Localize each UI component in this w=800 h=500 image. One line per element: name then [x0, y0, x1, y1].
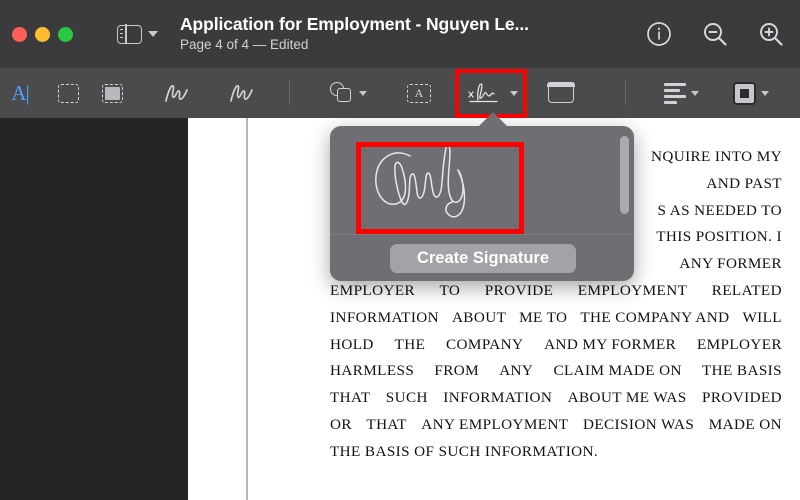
chevron-down-icon[interactable]	[690, 90, 699, 96]
signature-icon	[467, 83, 498, 103]
note-tool[interactable]	[540, 68, 582, 118]
document-line: THE BASIS OF SUCH INFORMATION.	[330, 443, 782, 470]
thumbnail-sidebar[interactable]	[0, 118, 188, 500]
text-selection-tool[interactable]: A|	[0, 68, 40, 118]
line-text: THAT	[330, 389, 371, 407]
line-text: S AS NEEDED TO	[657, 201, 782, 219]
popover-separator	[330, 234, 634, 235]
document-line: THAT SUCH INFORMATION ABOUT ME WAS PROVI…	[330, 389, 782, 416]
chevron-down-icon[interactable]	[358, 90, 367, 96]
squiggle-icon	[230, 85, 253, 102]
line-text: MADE ON	[708, 415, 782, 433]
line-text: FROM	[434, 362, 480, 380]
signature-popover[interactable]: Create Signature	[330, 126, 634, 281]
line-text: NQUIRE INTO MY	[650, 148, 782, 165]
saved-signature-list	[330, 126, 634, 234]
chevron-down-icon[interactable]	[509, 90, 518, 96]
text-cursor-icon: A|	[11, 80, 29, 105]
close-window-button[interactable]	[12, 26, 27, 42]
text-style-tool[interactable]	[652, 68, 710, 118]
document-line: INFORMATION ABOUT ME TO THE COMPANY AND …	[330, 309, 782, 336]
header-actions	[646, 0, 784, 68]
title-bar: Application for Employment - Nguyen Le..…	[0, 0, 800, 68]
line-text: OR	[330, 415, 352, 433]
line-text: HOLD	[330, 335, 374, 353]
document-title-block: Application for Employment - Nguyen Le..…	[180, 13, 529, 53]
sign-tool[interactable]	[458, 68, 524, 118]
shapes-tool[interactable]	[318, 68, 378, 118]
popover-scrollbar-thumb[interactable]	[620, 136, 629, 214]
line-text: PROVIDED	[702, 389, 782, 407]
filled-dashed-rectangle-icon	[101, 83, 123, 103]
document-line: HARMLESS FROM ANY CLAIM MADE ON THE BASI…	[330, 362, 782, 389]
window-controls	[12, 26, 73, 42]
dashed-rectangle-icon	[57, 83, 79, 103]
line-text: ABOUT	[451, 308, 507, 326]
document-line: HOLD THE COMPANY AND MY FORMER EMPLOYER	[330, 336, 782, 363]
line-text: SUCH	[385, 389, 428, 407]
line-text: THE BASIS OF SUCH INFORMATION.	[330, 442, 599, 460]
create-signature-button[interactable]: Create Signature	[390, 244, 576, 273]
line-text: AND MY FORMER	[544, 335, 677, 353]
line-text: THIS POSITION. I	[656, 228, 782, 246]
minimize-window-button[interactable]	[35, 26, 50, 42]
line-text: THE COMPANY AND	[580, 308, 730, 326]
preview-app-window: Application for Employment - Nguyen Le..…	[0, 0, 800, 500]
shapes-icon	[329, 82, 354, 104]
line-text: WILL	[742, 308, 782, 326]
zoom-out-icon[interactable]	[702, 21, 728, 47]
document-line: EMPLOYER TO PROVIDE EMPLOYMENT RELATED	[330, 282, 782, 309]
note-icon	[547, 82, 575, 103]
line-text: INFORMATION	[330, 308, 440, 326]
line-text: RELATED	[711, 281, 782, 299]
line-text: ABOUT ME WAS	[567, 389, 687, 407]
line-text: THAT	[366, 415, 407, 433]
sidebar-view-button[interactable]	[117, 23, 158, 45]
maximize-window-button[interactable]	[58, 26, 73, 42]
line-text: COMPANY	[446, 335, 524, 353]
zoom-in-icon[interactable]	[758, 21, 784, 47]
markup-toolbar: A| A	[0, 68, 800, 118]
shape-style-icon	[733, 81, 756, 105]
line-text: INFORMATION	[443, 389, 553, 407]
squiggle-icon	[165, 85, 188, 102]
page-status: Page 4 of 4 — Edited	[180, 37, 309, 53]
chevron-down-icon[interactable]	[148, 31, 158, 37]
line-text: CLAIM MADE ON	[553, 362, 682, 380]
rectangular-selection-tool[interactable]	[47, 68, 89, 118]
info-icon[interactable]	[646, 21, 672, 47]
toolbar-divider	[625, 81, 626, 105]
instant-alpha-tool[interactable]	[91, 68, 133, 118]
line-text: HARMLESS	[330, 362, 415, 380]
line-text: THE	[394, 335, 426, 353]
line-text: THE BASIS	[702, 362, 782, 380]
line-text: PROVIDE	[484, 281, 554, 299]
shape-style-tool[interactable]	[722, 68, 780, 118]
sketch-tool[interactable]	[155, 68, 197, 118]
line-text: TO	[439, 281, 461, 299]
line-text: AND PAST	[706, 174, 782, 192]
page-left-margin	[188, 118, 247, 500]
text-box-icon: A	[407, 83, 431, 103]
lines-icon	[663, 82, 686, 104]
chevron-down-icon[interactable]	[761, 90, 769, 96]
popover-arrow	[478, 112, 508, 127]
line-text: ANY EMPLOYMENT	[421, 415, 569, 433]
line-text: ME TO	[519, 308, 568, 326]
toolbar-divider	[289, 81, 290, 105]
line-text: EMPLOYER	[330, 281, 416, 299]
text-tool[interactable]: A	[398, 68, 440, 118]
page-title: Application for Employment - Nguyen Le..…	[180, 13, 529, 34]
line-text: EMPLOYER	[696, 335, 782, 353]
line-text: ANY FORMER	[679, 255, 782, 273]
sidebar-view-icon	[117, 23, 142, 45]
draw-tool[interactable]	[220, 68, 262, 118]
signature-preview[interactable]	[362, 140, 492, 227]
line-text: DECISION WAS	[582, 415, 695, 433]
line-text: EMPLOYMENT	[577, 281, 688, 299]
document-line: OR THAT ANY EMPLOYMENT DECISION WAS MADE…	[330, 416, 782, 443]
line-text: ANY	[499, 362, 534, 380]
